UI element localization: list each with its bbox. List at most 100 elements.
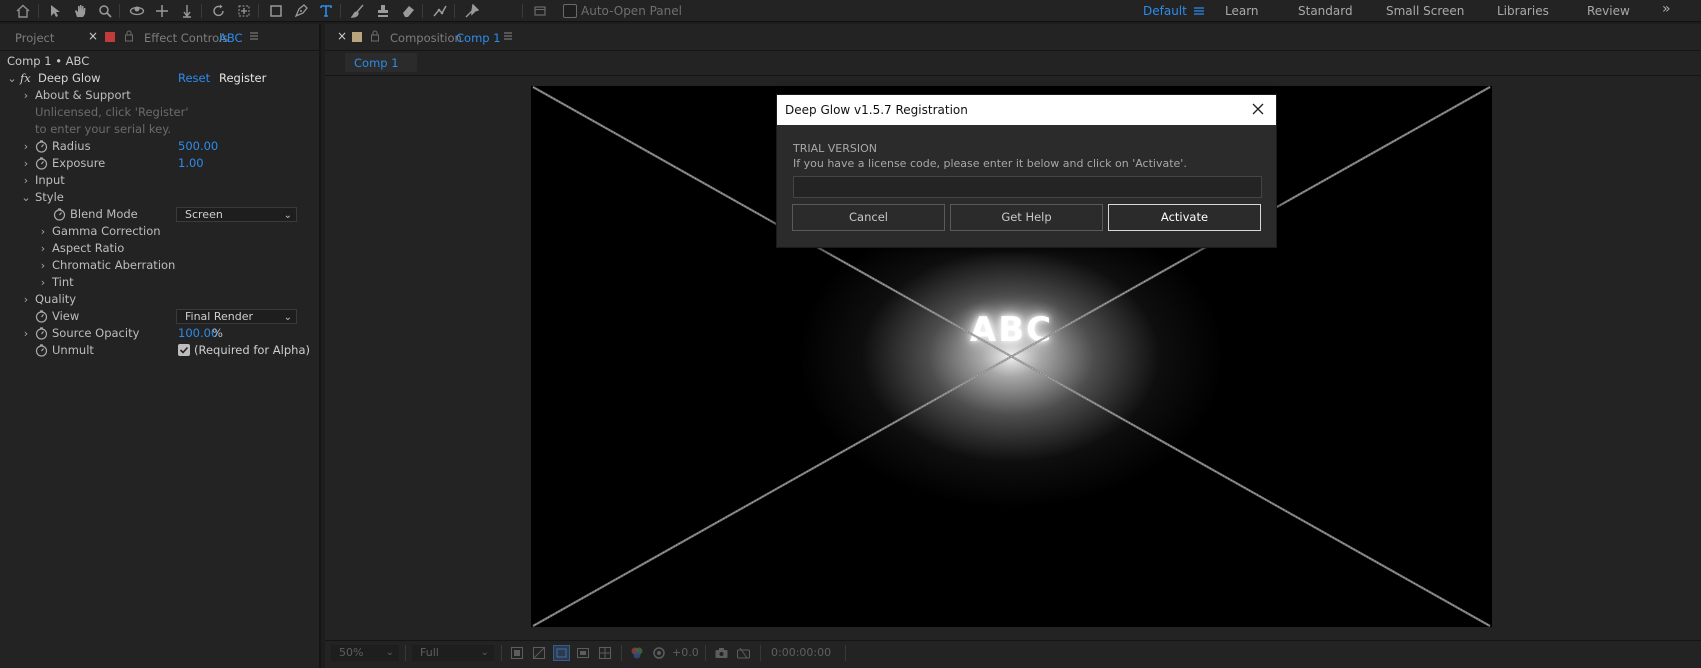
unmult-checkbox[interactable] (178, 344, 190, 356)
fx-icon[interactable]: fx (20, 70, 31, 87)
chevron-right-icon[interactable]: › (38, 257, 48, 274)
puppet-pin-tool-icon[interactable] (462, 1, 482, 21)
grid-icon[interactable] (598, 646, 612, 660)
property-row-radius[interactable]: › Radius 500.00 (0, 138, 321, 155)
chevron-right-icon[interactable]: › (38, 240, 48, 257)
anchor-point-tool-icon[interactable] (234, 1, 254, 21)
stopwatch-icon[interactable] (53, 208, 66, 221)
property-row-quality[interactable]: › Quality (0, 291, 321, 308)
current-time[interactable]: 0:00:00:00 (771, 646, 831, 659)
rectangle-tool-icon[interactable] (266, 1, 286, 21)
close-panel-icon[interactable]: × (88, 29, 98, 43)
comp-tab[interactable]: Comp 1 (345, 53, 417, 72)
clone-stamp-tool-icon[interactable] (373, 1, 393, 21)
property-row-unmult[interactable]: Unmult (Required for Alpha) (0, 342, 321, 359)
composition-panel-label[interactable]: Composition (390, 31, 462, 45)
stopwatch-icon[interactable] (35, 310, 48, 323)
home-icon[interactable] (13, 1, 33, 21)
chevron-right-icon[interactable]: › (21, 325, 31, 342)
property-row-blend-mode[interactable]: Blend Mode Screen ⌄ (0, 206, 321, 223)
property-row-gamma[interactable]: › Gamma Correction (0, 223, 321, 240)
chevron-right-icon[interactable]: › (38, 223, 48, 240)
property-row-input[interactable]: › Input (0, 172, 321, 189)
tab-project[interactable]: Project (15, 31, 54, 45)
resolution-select[interactable]: Full ⌄ (412, 645, 494, 661)
activate-button[interactable]: Activate (1108, 204, 1261, 231)
brush-tool-icon[interactable] (348, 1, 368, 21)
region-of-interest-icon[interactable] (510, 646, 524, 660)
workspace-review[interactable]: Review (1587, 4, 1630, 18)
type-tool-icon[interactable] (316, 1, 336, 21)
zoom-tool-icon[interactable] (95, 1, 115, 21)
tab-effect-controls[interactable]: Effect Controls (144, 31, 228, 45)
hand-tool-icon[interactable] (70, 1, 90, 21)
chevron-right-icon[interactable]: › (38, 274, 48, 291)
chevron-down-icon[interactable]: ⌄ (7, 70, 17, 87)
rotation-tool-icon[interactable] (209, 1, 229, 21)
lock-icon[interactable] (124, 30, 134, 42)
show-snapshot-icon[interactable] (736, 646, 751, 660)
pen-tool-icon[interactable] (291, 1, 311, 21)
stopwatch-icon[interactable] (35, 344, 48, 357)
radius-value[interactable]: 500.00 (178, 138, 218, 155)
label-color-swatch[interactable] (352, 32, 362, 42)
workspace-menu-icon[interactable] (1193, 4, 1205, 18)
workspace-small-screen[interactable]: Small Screen (1386, 4, 1464, 18)
panel-menu-icon[interactable] (249, 30, 259, 42)
property-row-style[interactable]: ⌄ Style (0, 189, 321, 206)
workspace-libraries[interactable]: Libraries (1497, 4, 1549, 18)
stopwatch-icon[interactable] (35, 327, 48, 340)
eraser-tool-icon[interactable] (398, 1, 418, 21)
chevron-right-icon[interactable]: › (21, 172, 31, 189)
color-channel-icon[interactable] (630, 646, 644, 660)
stopwatch-icon[interactable] (35, 140, 48, 153)
roto-brush-tool-icon[interactable] (430, 1, 450, 21)
composition-name[interactable]: Comp 1 (456, 31, 501, 45)
effect-controls-layer-name[interactable]: ABC (219, 31, 243, 45)
exposure-reset-icon[interactable] (652, 646, 666, 660)
blend-mode-select[interactable]: Screen ⌄ (176, 207, 297, 222)
transparency-grid-icon[interactable] (532, 646, 546, 660)
property-row-exposure[interactable]: › Exposure 1.00 (0, 155, 321, 172)
exposure-value[interactable]: 1.00 (178, 155, 204, 172)
chevron-right-icon[interactable]: › (21, 138, 31, 155)
exposure-value[interactable]: +0.0 (672, 646, 699, 659)
orbit-camera-icon[interactable] (127, 1, 147, 21)
chevron-right-icon[interactable]: › (21, 155, 31, 172)
view-select[interactable]: Final Render ⌄ (176, 309, 297, 324)
workspace-learn[interactable]: Learn (1225, 4, 1259, 18)
workspace-standard[interactable]: Standard (1298, 4, 1353, 18)
auto-open-panel-checkbox[interactable] (563, 4, 577, 18)
pan-camera-icon[interactable] (152, 1, 172, 21)
guides-icon[interactable] (576, 646, 590, 660)
selection-tool-icon[interactable] (45, 1, 65, 21)
label-color-swatch[interactable] (105, 32, 115, 42)
property-row-aspect[interactable]: › Aspect Ratio (0, 240, 321, 257)
property-row-chromatic[interactable]: › Chromatic Aberration (0, 257, 321, 274)
chevron-right-icon[interactable]: › (21, 291, 31, 308)
chevron-right-icon[interactable]: › (21, 87, 31, 104)
mask-visibility-icon[interactable] (553, 645, 570, 661)
property-row-tint[interactable]: › Tint (0, 274, 321, 291)
register-link[interactable]: Register (219, 70, 266, 87)
chevron-down-icon[interactable]: ⌄ (21, 189, 31, 206)
workspace-default[interactable]: Default (1143, 4, 1187, 18)
snapshot-camera-icon[interactable] (714, 646, 729, 660)
reset-link[interactable]: Reset (178, 70, 210, 87)
cancel-button[interactable]: Cancel (792, 204, 945, 231)
close-panel-icon[interactable]: × (337, 29, 347, 43)
workspace-overflow-icon[interactable]: » (1662, 1, 1671, 17)
get-help-button[interactable]: Get Help (950, 204, 1103, 231)
dolly-camera-icon[interactable] (177, 1, 197, 21)
license-code-input[interactable] (793, 176, 1262, 198)
property-row-view[interactable]: View Final Render ⌄ (0, 308, 321, 325)
close-icon[interactable] (1251, 102, 1265, 116)
property-row-source-opacity[interactable]: › Source Opacity 100.00 % (0, 325, 321, 342)
stopwatch-icon[interactable] (35, 157, 48, 170)
magnification-select[interactable]: 50% ⌄ (331, 645, 399, 661)
panel-icon[interactable] (530, 1, 550, 21)
lock-icon[interactable] (370, 30, 380, 42)
effect-header-row[interactable]: ⌄ fx Deep Glow Reset Register (0, 70, 321, 87)
panel-menu-icon[interactable] (503, 30, 513, 42)
property-row-about[interactable]: › About & Support (0, 87, 321, 104)
